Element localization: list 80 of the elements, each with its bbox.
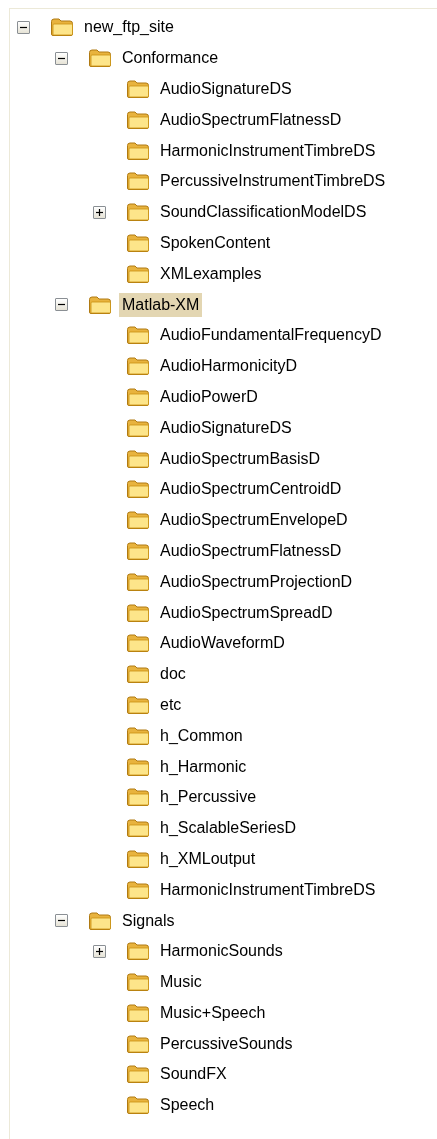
- folder-item[interactable]: HarmonicInstrumentTimbreDS: [157, 877, 379, 902]
- folder-icon: [126, 325, 152, 346]
- folder-item[interactable]: AudioPowerD: [157, 384, 261, 409]
- folder-icon: [126, 756, 152, 777]
- folder-icon: [126, 1002, 152, 1023]
- collapse-toggle[interactable]: [55, 298, 68, 312]
- folder-item[interactable]: h_XMLoutput: [157, 846, 259, 871]
- folder-item[interactable]: Music+Speech: [157, 1000, 269, 1025]
- folder-item[interactable]: Speech: [157, 1093, 218, 1118]
- folder-item[interactable]: AudioFundamentalFrequencyD: [157, 323, 385, 348]
- folder-item[interactable]: AudioHarmonicityD: [157, 354, 300, 379]
- folder-item[interactable]: doc: [157, 662, 189, 687]
- folder-item[interactable]: Music: [157, 970, 205, 995]
- folder-item[interactable]: Signals: [119, 908, 178, 933]
- folder-icon: [126, 787, 152, 808]
- folder-icon: [126, 972, 152, 993]
- expand-toggle[interactable]: [93, 205, 106, 219]
- folder-item[interactable]: HarmonicSounds: [157, 939, 286, 964]
- folder-item[interactable]: AudioWaveformD: [157, 631, 288, 656]
- folder-icon: [126, 479, 152, 500]
- plus-icon: [95, 207, 104, 217]
- collapse-toggle[interactable]: [55, 914, 68, 927]
- folder-icon: [126, 664, 152, 685]
- folder-icon: [126, 818, 152, 839]
- folder-item[interactable]: SoundFX: [157, 1062, 230, 1087]
- folder-item[interactable]: Conformance: [119, 46, 222, 71]
- folder-icon: [126, 417, 152, 438]
- folder-icon: [126, 848, 152, 869]
- folder-icon: [126, 263, 152, 284]
- folder-icon: [126, 232, 152, 253]
- folder-icon: [126, 1064, 152, 1085]
- folder-item[interactable]: AudioSpectrumCentroidD: [157, 477, 345, 502]
- folder-icon: [126, 171, 152, 192]
- folder-icon: [126, 448, 152, 469]
- expand-toggle[interactable]: [93, 944, 106, 958]
- folder-item[interactable]: h_Percussive: [157, 785, 260, 810]
- folder-item[interactable]: Matlab-XM: [119, 292, 203, 317]
- folder-item[interactable]: SpokenContent: [157, 230, 274, 255]
- collapse-toggle[interactable]: [17, 20, 30, 34]
- folder-icon: [126, 109, 152, 130]
- folder-icon: [126, 540, 152, 561]
- folder-item[interactable]: XMLexamples: [157, 261, 265, 286]
- folder-icon: [126, 1095, 152, 1116]
- folder-icon: [126, 941, 152, 962]
- folder-icon: [126, 602, 152, 623]
- folder-icon: [88, 910, 114, 931]
- folder-icon: [126, 571, 152, 592]
- folder-icon: [126, 510, 152, 531]
- folder-icon: [126, 1033, 152, 1054]
- folder-item[interactable]: AudioSpectrumFlatnessD: [157, 538, 345, 563]
- folder-item[interactable]: SoundClassificationModelDS: [157, 200, 370, 225]
- folder-item[interactable]: etc: [157, 692, 185, 717]
- folder-item[interactable]: AudioSpectrumBasisD: [157, 446, 324, 471]
- folder-item[interactable]: AudioSignatureDS: [157, 415, 295, 440]
- folder-item[interactable]: AudioSpectrumProjectionD: [157, 569, 356, 594]
- folder-icon: [126, 202, 152, 223]
- folder-icon: [126, 356, 152, 377]
- folder-icon: [126, 725, 152, 746]
- plus-icon: [95, 946, 104, 956]
- folder-item[interactable]: AudioSignatureDS: [157, 77, 295, 101]
- folder-item[interactable]: PercussiveSounds: [157, 1031, 296, 1056]
- folder-item[interactable]: PercussiveInstrumentTimbreDS: [157, 169, 389, 194]
- folder-item[interactable]: h_Harmonic: [157, 754, 250, 779]
- folder-icon: [126, 79, 152, 99]
- folder-icon: [50, 17, 76, 38]
- folder-icon: [126, 140, 152, 161]
- folder-icon: [126, 386, 152, 407]
- collapse-toggle[interactable]: [55, 51, 68, 65]
- folder-item[interactable]: AudioSpectrumSpreadD: [157, 600, 336, 625]
- folder-item[interactable]: new_ftp_site: [81, 15, 177, 40]
- folder-item[interactable]: h_Common: [157, 723, 246, 748]
- folder-item[interactable]: HarmonicInstrumentTimbreDS: [157, 138, 379, 163]
- folder-icon: [126, 879, 152, 900]
- folder-icon: [126, 633, 152, 654]
- folder-item[interactable]: AudioSpectrumFlatnessD: [157, 107, 345, 132]
- folder-icon: [126, 694, 152, 715]
- folder-icon: [88, 48, 114, 69]
- folder-item[interactable]: h_ScalableSeriesD: [157, 816, 300, 841]
- folder-item[interactable]: AudioSpectrumEnvelopeD: [157, 508, 351, 533]
- folder-icon: [88, 294, 114, 315]
